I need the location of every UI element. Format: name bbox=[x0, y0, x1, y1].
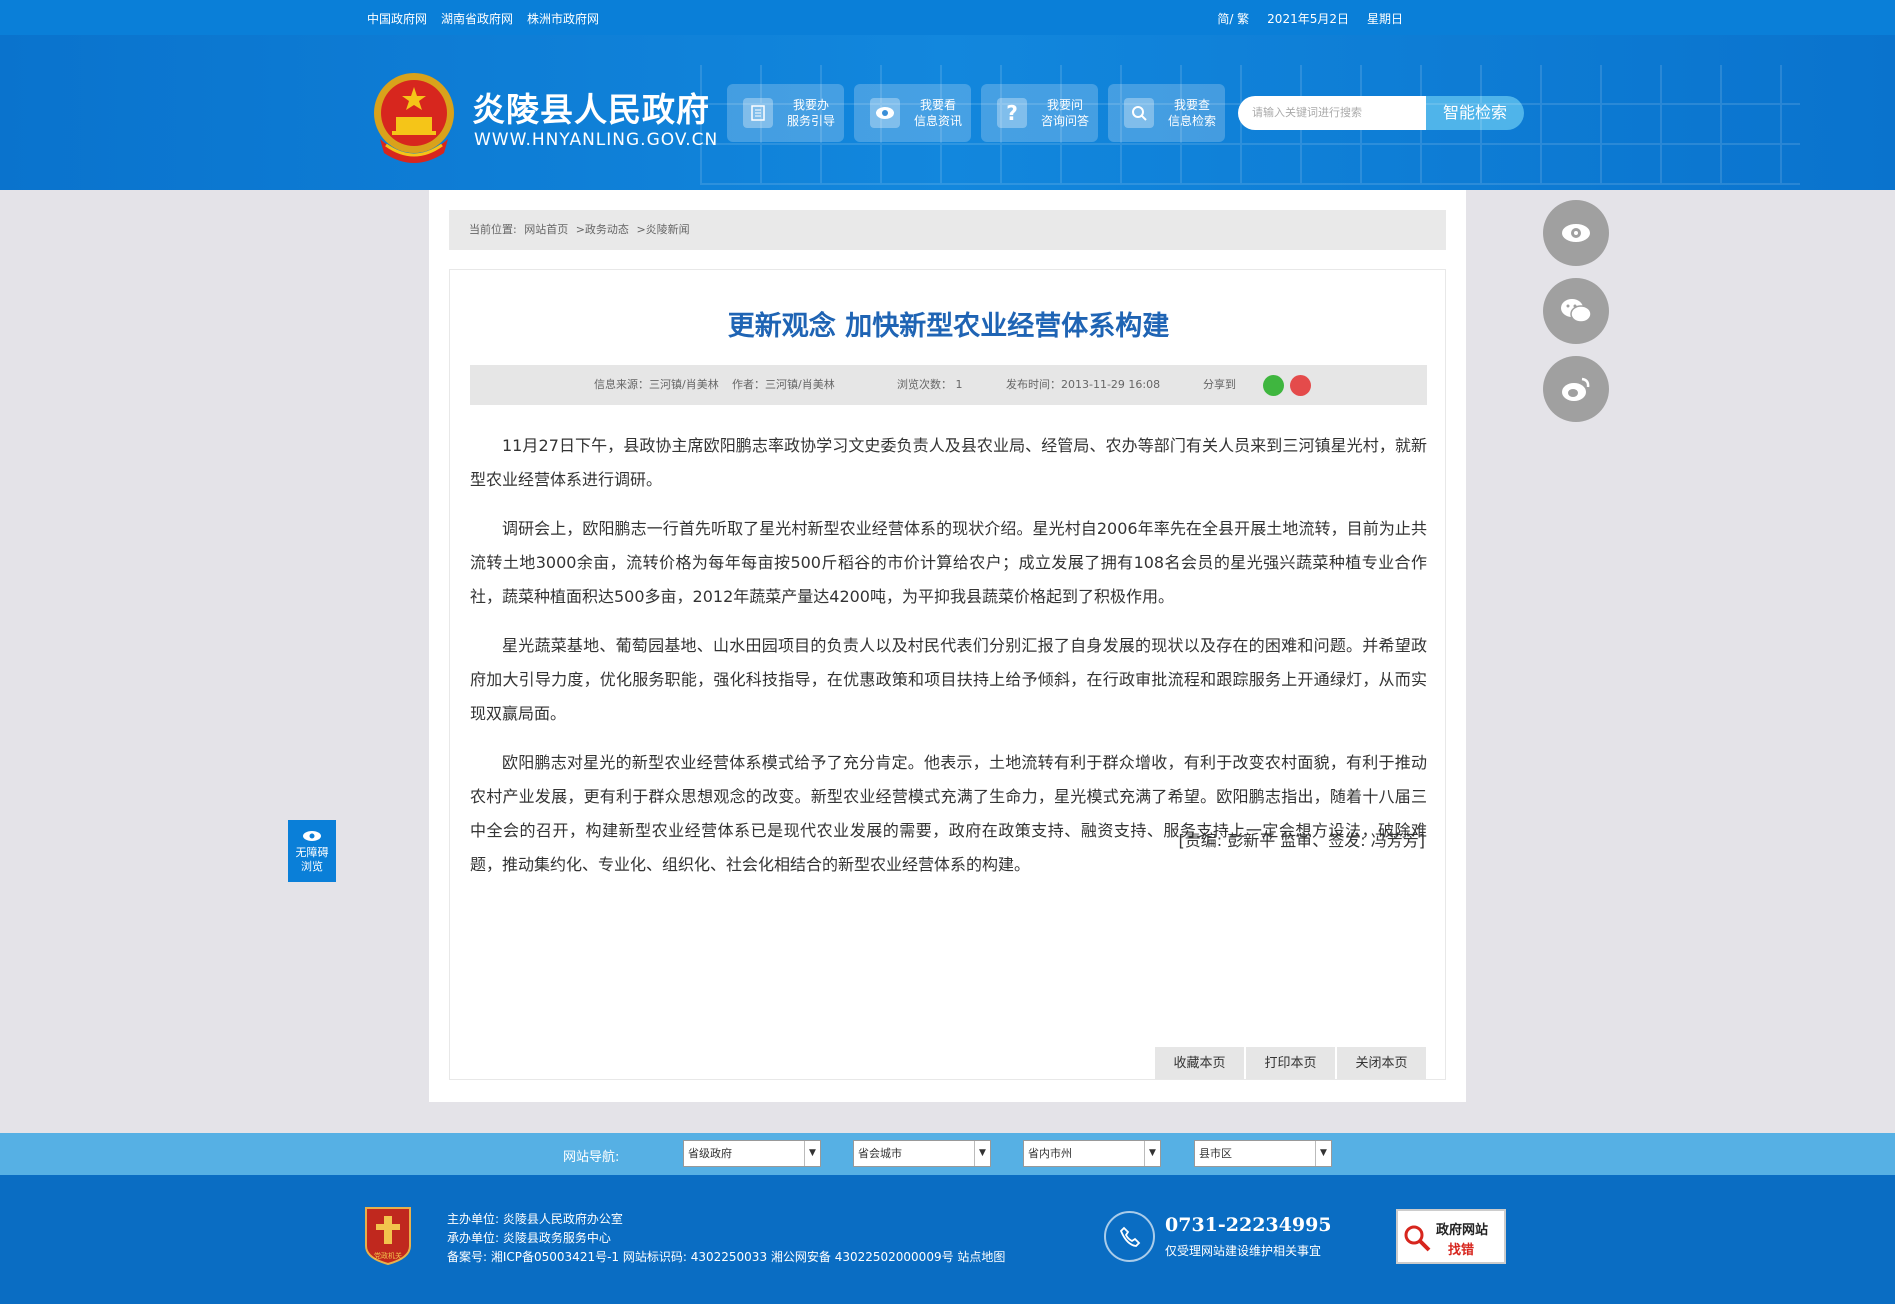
site-nav-label: 网站导航: bbox=[563, 1150, 620, 1165]
gov-error-report-button[interactable]: 政府网站 找错 bbox=[1396, 1209, 1506, 1264]
eye-icon bbox=[870, 98, 900, 128]
breadcrumb-affairs[interactable]: >政务动态 bbox=[576, 223, 629, 236]
footer-info: 主办单位: 炎陵县人民政府办公室 承办单位: 炎陵县政务服务中心 备案号: 湘I… bbox=[447, 1210, 1005, 1267]
chevron-down-icon: ▼ bbox=[804, 1141, 820, 1166]
select-city-value: 省内市州 bbox=[1028, 1147, 1072, 1160]
article-paragraph: 星光蔬菜基地、葡萄园基地、山水田园项目的负责人以及村民代表们分别汇报了自身发展的… bbox=[470, 636, 1427, 723]
service-ask-line1: 我要问 bbox=[1047, 98, 1084, 112]
service-do-line2: 服务引导 bbox=[787, 114, 836, 128]
meta-share-label: 分享到 bbox=[1203, 378, 1236, 391]
service-view-line2: 信息资讯 bbox=[914, 114, 963, 128]
footer-phone: 0731-22234995 bbox=[1165, 1214, 1332, 1236]
article-actions: 收藏本页 打印本页 关闭本页 bbox=[1155, 1047, 1426, 1079]
select-county-value: 县市区 bbox=[1199, 1147, 1232, 1160]
gov-error-line2: 找错 bbox=[1448, 1243, 1475, 1258]
meta-views: 浏览次数： 1 bbox=[897, 378, 963, 391]
top-right: 简/ 繁 2021年5月2日 星期日 bbox=[1217, 10, 1403, 27]
eye-icon bbox=[1562, 224, 1590, 242]
article-title: 更新观念 加快新型农业经营体系构建 bbox=[727, 311, 1170, 342]
footer-organizer: 承办单位: 炎陵县政务服务中心 bbox=[447, 1231, 611, 1245]
top-link-zhuzhou[interactable]: 株洲市政府网 bbox=[527, 10, 599, 27]
breadcrumb: 当前位置: 网站首页 >政务动态 >炎陵新闻 bbox=[449, 210, 1446, 250]
service-button-search[interactable]: 我要查 信息检索 bbox=[1108, 84, 1225, 142]
weibo-icon bbox=[1562, 377, 1590, 401]
eye-icon bbox=[303, 831, 321, 841]
article-paragraph: 调研会上，欧阳鹏志一行首先听取了星光村新型农业经营体系的现状介绍。星光村自200… bbox=[470, 519, 1427, 606]
wechat-icon bbox=[1561, 299, 1592, 323]
article-paragraph: 11月27日下午，县政协主席欧阳鹏志率政协学习文史委负责人及县农业局、经管局、农… bbox=[470, 436, 1427, 489]
chevron-down-icon: ▼ bbox=[1144, 1141, 1160, 1166]
float-eye-button[interactable] bbox=[1543, 200, 1609, 266]
article-meta: 信息来源：三河镇/肖美林 作者：三河镇/肖美林 浏览次数： 1 发布时间：201… bbox=[470, 365, 1427, 405]
select-county[interactable]: 县市区 ▼ bbox=[1194, 1140, 1332, 1167]
service-view-line1: 我要看 bbox=[920, 98, 957, 112]
search-button[interactable]: 智能检索 bbox=[1426, 96, 1524, 130]
breadcrumb-home[interactable]: 网站首页 bbox=[524, 223, 568, 236]
footer-phone-desc: 仅受理网站建设维护相关事宜 bbox=[1165, 1244, 1322, 1258]
meta-source: 信息来源：三河镇/肖美林 bbox=[594, 378, 719, 391]
top-bar: 中国政府网 湖南省政府网 株洲市政府网 简/ 繁 2021年5月2日 星期日 bbox=[0, 0, 1895, 35]
article-paragraph: 欧阳鹏志对星光的新型农业经营体系模式给予了充分肯定。他表示，土地流转有利于群众增… bbox=[470, 753, 1427, 874]
site-header: 炎陵县人民政府 WWW.HNYANLING.GOV.CN 我要办服务引导 我要看… bbox=[0, 35, 1895, 190]
accessibility-button[interactable]: 无障碍 浏览 bbox=[288, 820, 336, 882]
document-icon bbox=[743, 98, 773, 128]
chevron-down-icon: ▼ bbox=[1315, 1141, 1331, 1166]
accessibility-line2: 浏览 bbox=[301, 860, 323, 873]
article: 更新观念 加快新型农业经营体系构建 信息来源：三河镇/肖美林 作者：三河镇/肖美… bbox=[449, 269, 1446, 1080]
question-icon: ? bbox=[997, 98, 1027, 128]
search-icon bbox=[1124, 98, 1154, 128]
service-button-view[interactable]: 我要看 信息资讯 bbox=[854, 84, 971, 142]
weibo-share-icon[interactable] bbox=[1290, 375, 1311, 396]
close-page-button[interactable]: 关闭本页 bbox=[1337, 1047, 1426, 1079]
accessibility-line1: 无障碍 bbox=[295, 846, 329, 859]
select-provincial[interactable]: 省级政府 ▼ bbox=[683, 1140, 821, 1167]
meta-author: 作者：三河镇/肖美林 bbox=[732, 378, 835, 391]
footer-record[interactable]: 备案号: 湘ICP备05003421号-1 网站标识码: 4302250033 … bbox=[447, 1248, 1005, 1267]
footer-sponsor: 主办单位: 炎陵县人民政府办公室 bbox=[447, 1212, 623, 1226]
float-weibo-button[interactable] bbox=[1543, 356, 1609, 422]
site-url: WWW.HNYANLING.GOV.CN bbox=[474, 130, 719, 150]
bookmark-button[interactable]: 收藏本页 bbox=[1155, 1047, 1244, 1079]
top-links: 中国政府网 湖南省政府网 株洲市政府网 bbox=[367, 10, 599, 27]
float-wechat-button[interactable] bbox=[1543, 278, 1609, 344]
current-weekday: 星期日 bbox=[1366, 12, 1403, 26]
select-provincial-value: 省级政府 bbox=[688, 1147, 732, 1160]
site-footer: 党政机关 主办单位: 炎陵县人民政府办公室 承办单位: 炎陵县政务服务中心 备案… bbox=[0, 1175, 1895, 1304]
svg-text:党政机关: 党政机关 bbox=[374, 1251, 402, 1260]
magnifier-icon bbox=[1404, 1225, 1431, 1252]
top-link-hunan[interactable]: 湖南省政府网 bbox=[441, 10, 513, 27]
national-emblem-icon bbox=[374, 73, 454, 163]
chevron-down-icon: ▼ bbox=[974, 1141, 990, 1166]
service-search-line2: 信息检索 bbox=[1168, 114, 1217, 128]
select-capital-value: 省会城市 bbox=[858, 1147, 902, 1160]
service-button-ask[interactable]: ? 我要问咨询问答 bbox=[981, 84, 1098, 142]
top-link-gov-cn[interactable]: 中国政府网 bbox=[367, 10, 427, 27]
wechat-share-icon[interactable] bbox=[1263, 375, 1284, 396]
language-switch[interactable]: 简/ 繁 bbox=[1217, 10, 1249, 27]
site-title: 炎陵县人民政府 bbox=[472, 90, 710, 129]
search-input[interactable]: 请输入关键词进行搜索 bbox=[1238, 96, 1426, 130]
site-nav-bar: 网站导航: 省级政府 ▼ 省会城市 ▼ 省内市州 ▼ 县市区 ▼ bbox=[0, 1133, 1895, 1175]
service-button-do[interactable]: 我要办 服务引导 bbox=[727, 84, 844, 142]
meta-published: 发布时间：2013-11-29 16:08 bbox=[1006, 378, 1161, 391]
service-ask-line2: 咨询问答 bbox=[1041, 114, 1090, 128]
breadcrumb-label: 当前位置: bbox=[469, 223, 517, 236]
content-container: 当前位置: 网站首页 >政务动态 >炎陵新闻 更新观念 加快新型农业经营体系构建… bbox=[429, 190, 1466, 1102]
current-date: 2021年5月2日 bbox=[1267, 12, 1349, 26]
gov-error-line1: 政府网站 bbox=[1436, 1223, 1489, 1238]
service-do-line1: 我要办 bbox=[793, 98, 830, 112]
article-editor: [责编: 彭新平 监审、签发: 冯芳芳] bbox=[1178, 831, 1425, 850]
phone-icon bbox=[1104, 1211, 1155, 1262]
print-button[interactable]: 打印本页 bbox=[1246, 1047, 1335, 1079]
select-capital[interactable]: 省会城市 ▼ bbox=[853, 1140, 991, 1167]
party-gov-badge-icon[interactable]: 党政机关 bbox=[362, 1206, 414, 1266]
service-search-line1: 我要查 bbox=[1174, 98, 1211, 112]
breadcrumb-news[interactable]: >炎陵新闻 bbox=[636, 223, 689, 236]
select-city[interactable]: 省内市州 ▼ bbox=[1023, 1140, 1161, 1167]
